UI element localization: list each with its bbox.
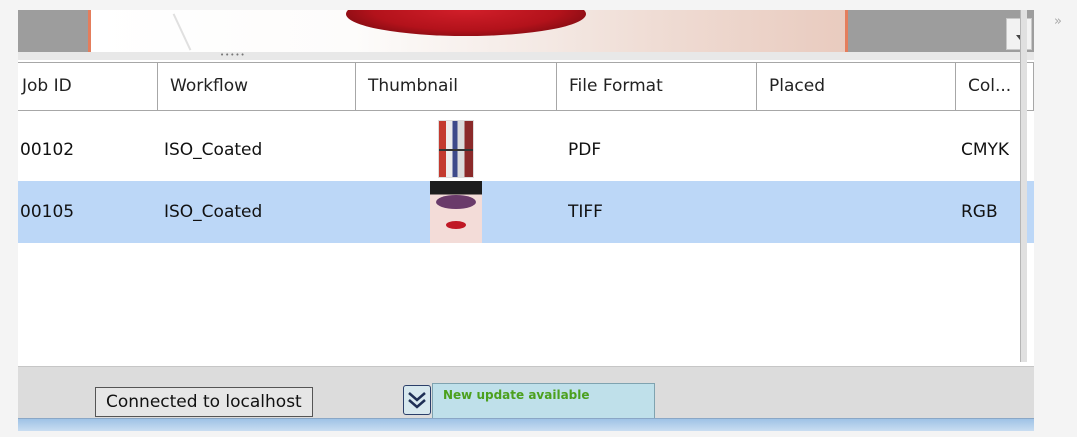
cell-workflow: ISO_Coated (164, 202, 263, 222)
preview-hair-detail (172, 13, 192, 51)
main-panel: ••••• Job ID Workflow Thumbnail File For… (18, 10, 1034, 431)
face-thumbnail (430, 181, 482, 243)
window-bottom-bar (18, 418, 1034, 431)
cell-file-format: TIFF (568, 202, 603, 222)
column-header-workflow[interactable]: Workflow (158, 62, 356, 111)
pane-splitter[interactable]: ••••• (18, 52, 1034, 60)
double-chevron-right-icon[interactable]: » (1046, 12, 1070, 32)
cell-color: CMYK (961, 140, 1010, 160)
update-toggle-button[interactable] (403, 385, 431, 415)
cell-job-id: 00102 (20, 140, 75, 160)
image-preview-strip (18, 10, 1034, 52)
preview-dropdown-button[interactable] (1006, 18, 1032, 50)
table-header: Job ID Workflow Thumbnail File Format Pl… (18, 62, 1034, 114)
table-row[interactable]: 00102 ISO_Coated PDF CMYK (18, 119, 1034, 181)
table-row-selected[interactable]: 00105 ISO_Coated TIFF RGB (18, 181, 1034, 243)
preview-lips-detail (346, 10, 586, 36)
cell-file-format: PDF (568, 140, 602, 160)
cell-job-id: 00105 (20, 202, 75, 222)
cell-workflow: ISO_Coated (164, 140, 263, 160)
cell-color: RGB (961, 202, 998, 222)
status-bar: Connected to localhost New update availa… (18, 366, 1034, 421)
vertical-scrollbar[interactable] (1020, 10, 1027, 362)
column-header-thumbnail[interactable]: Thumbnail (356, 62, 557, 111)
collage-thumbnail (438, 120, 474, 178)
app-window: ••••• Job ID Workflow Thumbnail File For… (0, 0, 1077, 437)
column-header-placed[interactable]: Placed (757, 62, 956, 111)
double-chevron-down-icon (408, 392, 426, 409)
column-header-job-id[interactable]: Job ID (18, 62, 158, 111)
splitter-grip-icon: ••••• (220, 51, 246, 59)
connection-status: Connected to localhost (95, 387, 313, 417)
update-notification[interactable]: New update available (432, 383, 655, 421)
column-header-file-format[interactable]: File Format (557, 62, 757, 111)
preview-image (88, 10, 848, 52)
